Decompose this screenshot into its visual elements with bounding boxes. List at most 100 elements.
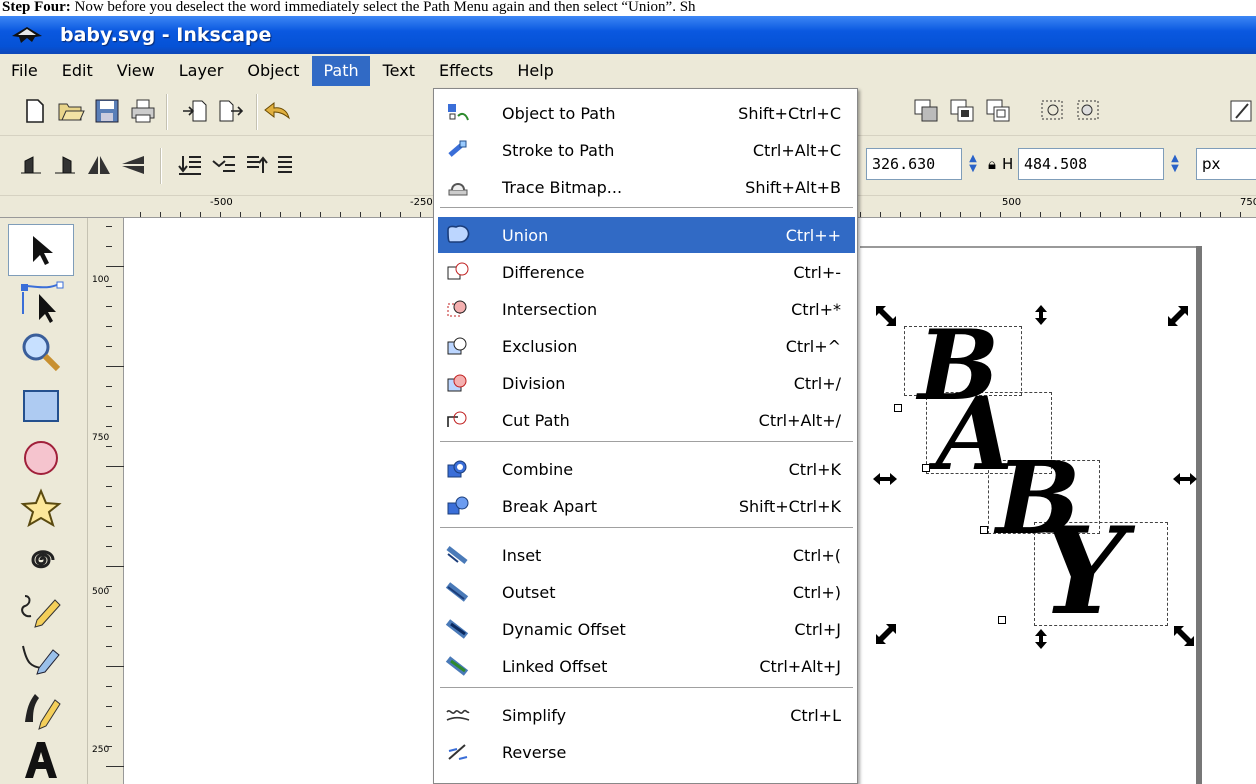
calligraphy-tool-icon[interactable] — [8, 684, 74, 736]
scale-handle-w-icon[interactable] — [872, 466, 898, 492]
difference-icon — [438, 254, 478, 290]
text-tool-icon[interactable] — [8, 734, 74, 784]
menu-item-cut-path[interactable]: Cut Path Ctrl+Alt+/ — [438, 402, 855, 438]
ruler-tick — [106, 486, 112, 487]
flip-vertical-icon[interactable] — [118, 150, 148, 180]
zoom-drawing-icon[interactable] — [1074, 96, 1104, 126]
ruler-tick — [880, 212, 881, 217]
open-folder-icon[interactable] — [56, 96, 86, 126]
menu-effects[interactable]: Effects — [428, 56, 504, 86]
menu-item-label: Outset — [502, 582, 556, 602]
toolbar-separator — [256, 94, 258, 130]
ruler-tick — [106, 726, 112, 727]
toolbar-separator — [166, 94, 168, 130]
menu-item-label: Exclusion — [502, 336, 578, 356]
ungroup-icon[interactable] — [984, 96, 1014, 126]
height-input[interactable]: 484.508 — [1018, 148, 1164, 180]
width-input[interactable]: 326.630 — [866, 148, 962, 180]
scale-handle-n-icon[interactable] — [1028, 302, 1054, 328]
menu-item-division[interactable]: Division Ctrl+/ — [438, 365, 855, 401]
ruler-tick — [106, 366, 124, 367]
path-node[interactable] — [922, 464, 930, 472]
save-icon[interactable] — [92, 96, 122, 126]
menu-item-outset[interactable]: Outset Ctrl+) — [438, 574, 855, 610]
menu-object[interactable]: Object — [236, 56, 310, 86]
menu-item-object-to-path[interactable]: Object to Path Shift+Ctrl+C — [438, 95, 855, 131]
path-node[interactable] — [998, 616, 1006, 624]
ruler-tick — [106, 566, 124, 567]
menu-edit[interactable]: Edit — [51, 56, 104, 86]
lock-icon[interactable]: 🔒︎ — [988, 150, 996, 178]
letter-y[interactable]: Y — [1040, 512, 1126, 632]
zoom-tool-icon[interactable] — [8, 326, 74, 378]
menu-item-shortcut: Shift+Ctrl+K — [738, 496, 841, 516]
flip-horizontal-icon[interactable] — [84, 150, 114, 180]
menu-item-inset[interactable]: Inset Ctrl+( — [438, 537, 855, 573]
rotate-cw-icon[interactable] — [50, 150, 80, 180]
zoom-selection-icon[interactable] — [1038, 96, 1068, 126]
raise-to-top-icon[interactable] — [270, 150, 300, 180]
menu-item-difference[interactable]: Difference Ctrl+- — [438, 254, 855, 290]
width-spinner-icon[interactable]: ▲ ▼ — [964, 149, 982, 179]
path-node[interactable] — [894, 404, 902, 412]
ruler-label: 250 — [92, 745, 110, 755]
lower-icon[interactable] — [210, 150, 240, 180]
ruler-tick — [960, 212, 961, 217]
lower-to-bottom-icon[interactable] — [176, 150, 206, 180]
pencil-tool-icon[interactable] — [8, 584, 74, 636]
intersection-icon — [438, 291, 478, 327]
ruler-label: 750 — [1240, 197, 1256, 208]
scale-handle-nw-icon[interactable] — [872, 302, 898, 328]
menu-item-label: Simplify — [502, 705, 567, 725]
menu-item-shortcut: Ctrl++ — [785, 225, 841, 245]
scale-handle-e-icon[interactable] — [1172, 466, 1198, 492]
scale-handle-se-icon[interactable] — [1170, 622, 1196, 648]
edit-icon[interactable] — [1226, 96, 1256, 126]
menu-item-simplify[interactable]: Simplify Ctrl+L — [438, 697, 855, 733]
path-node[interactable] — [980, 526, 988, 534]
menu-item-shortcut: Ctrl+^ — [785, 336, 841, 356]
menu-item-reverse[interactable]: Reverse — [438, 734, 855, 770]
menu-text[interactable]: Text — [372, 56, 426, 86]
import-icon[interactable] — [180, 96, 210, 126]
menu-item-shortcut: Ctrl+Alt+/ — [758, 410, 841, 430]
export-icon[interactable] — [216, 96, 246, 126]
menu-item-stroke-to-path[interactable]: Stroke to Path Ctrl+Alt+C — [438, 132, 855, 168]
menu-item-combine[interactable]: Combine Ctrl+K — [438, 451, 855, 487]
ruler-tick — [106, 446, 112, 447]
menu-item-break-apart[interactable]: Break Apart Shift+Ctrl+K — [438, 488, 855, 524]
group-icon[interactable] — [948, 96, 978, 126]
rotate-ccw-icon[interactable] — [16, 150, 46, 180]
star-tool-icon[interactable] — [8, 482, 74, 534]
scale-handle-ne-icon[interactable] — [1166, 302, 1192, 328]
menu-view[interactable]: View — [106, 56, 166, 86]
menu-layer[interactable]: Layer — [168, 56, 235, 86]
ruler-tick — [106, 286, 112, 287]
menu-item-dynamic-offset[interactable]: Dynamic Offset Ctrl+J — [438, 611, 855, 647]
menu-path[interactable]: Path — [312, 56, 370, 86]
menu-item-intersection[interactable]: Intersection Ctrl+* — [438, 291, 855, 327]
menu-help[interactable]: Help — [506, 56, 564, 86]
scale-handle-sw-icon[interactable] — [872, 622, 898, 648]
menu-file[interactable]: File — [0, 56, 49, 86]
ellipse-tool-icon[interactable] — [8, 432, 74, 484]
spiral-tool-icon[interactable] — [8, 534, 74, 586]
menu-separator — [440, 527, 853, 528]
scale-handle-s-icon[interactable] — [1028, 626, 1054, 652]
menu-item-shortcut: Ctrl+) — [792, 582, 841, 602]
unit-select[interactable]: px — [1196, 148, 1256, 180]
print-icon[interactable] — [128, 96, 158, 126]
undo-icon[interactable] — [262, 96, 292, 126]
menu-item-exclusion[interactable]: Exclusion Ctrl+^ — [438, 328, 855, 364]
menu-item-union[interactable]: Union Ctrl++ — [438, 217, 855, 253]
pen-tool-icon[interactable] — [8, 634, 74, 686]
selector-tool-icon[interactable] — [8, 224, 74, 276]
ruler-tick — [980, 212, 981, 217]
raise-icon[interactable] — [912, 96, 942, 126]
height-spinner-icon[interactable]: ▲ ▼ — [1166, 149, 1184, 179]
menu-item-linked-offset[interactable]: Linked Offset Ctrl+Alt+J — [438, 648, 855, 684]
rectangle-tool-icon[interactable] — [8, 380, 74, 432]
new-document-icon[interactable] — [20, 96, 50, 126]
menu-item-trace-bitmap[interactable]: Trace Bitmap... Shift+Alt+B — [438, 169, 855, 205]
node-tool-icon[interactable] — [8, 276, 74, 328]
